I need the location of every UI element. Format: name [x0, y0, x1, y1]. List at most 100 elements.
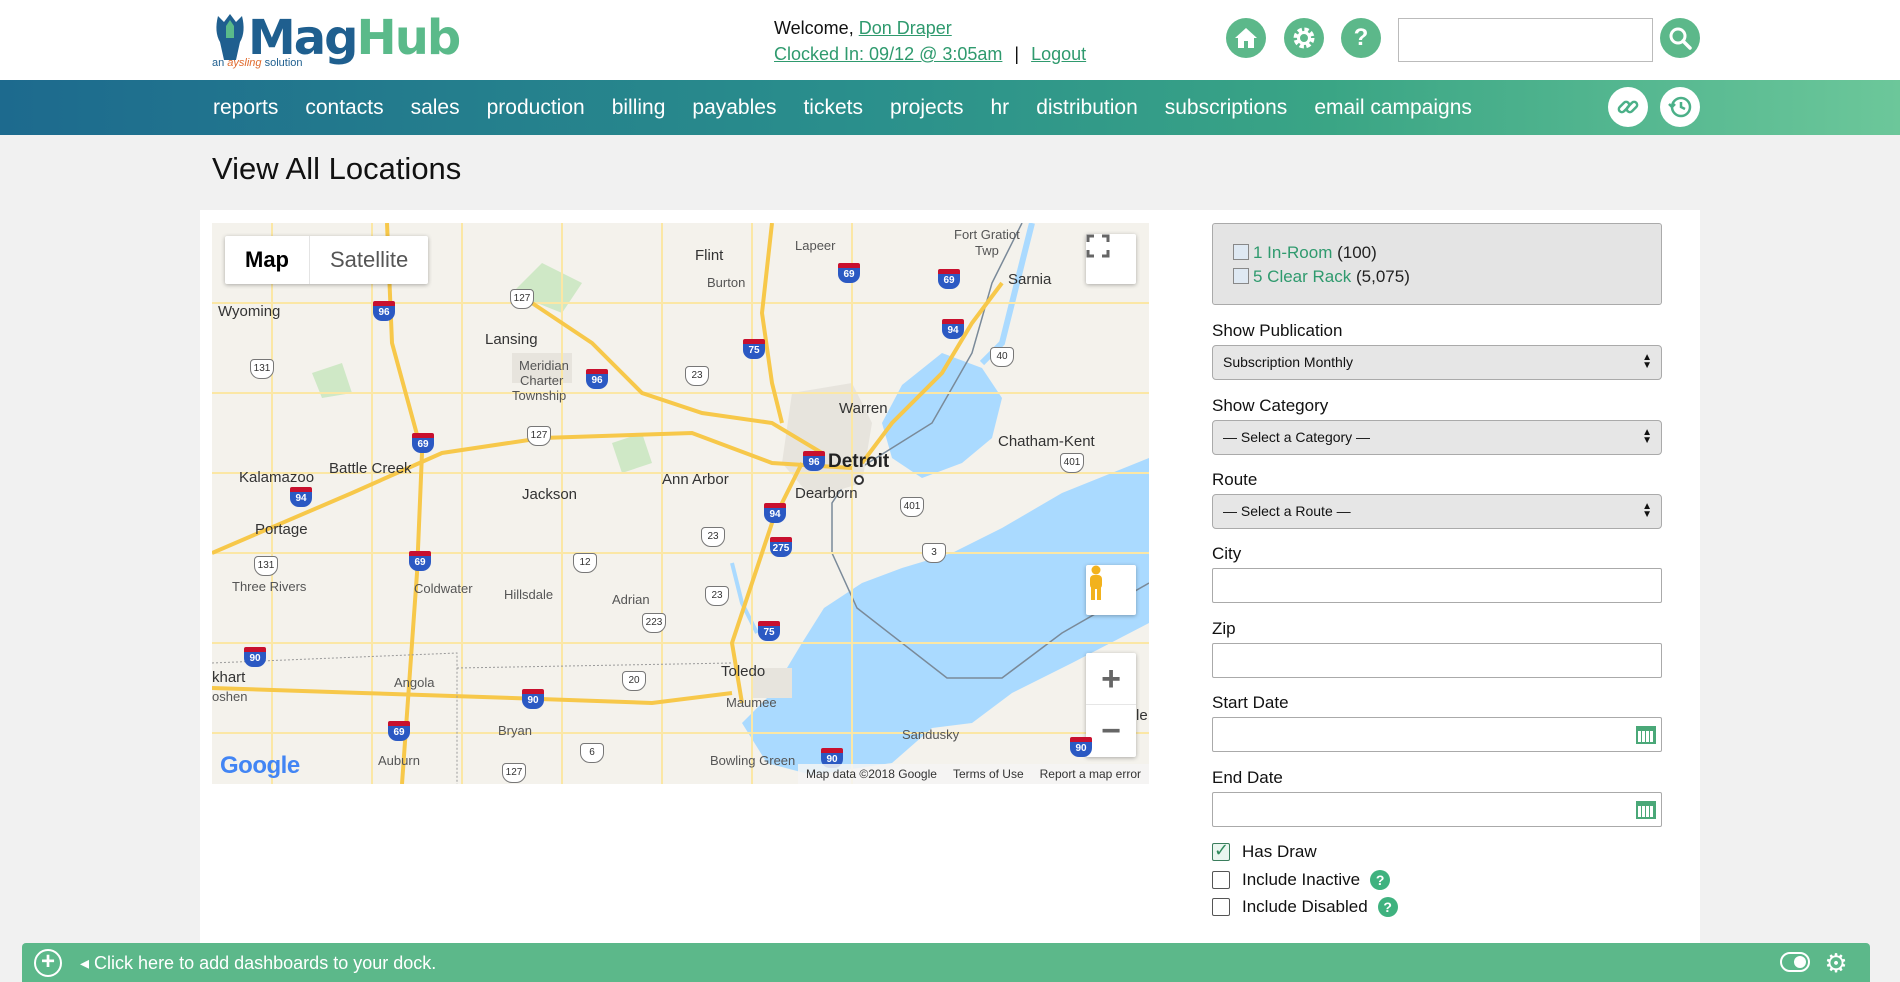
map-attribution: Map data ©2018 Google Terms of Use Repor… [798, 764, 1149, 784]
legend-item[interactable]: 5 Clear Rack (5,075) [1233, 265, 1641, 289]
map-base-graphic [212, 223, 1149, 784]
fullscreen-button[interactable] [1086, 234, 1136, 284]
city-label: City [1212, 544, 1242, 563]
interstate-shield: 94 [942, 319, 964, 339]
user-name-link[interactable]: Don Draper [859, 18, 952, 38]
route-shield: 127 [510, 289, 534, 309]
has-draw-label: Has Draw [1242, 842, 1317, 861]
help-button[interactable]: ? [1341, 18, 1381, 58]
broken-image-icon [1233, 268, 1249, 284]
add-dashboard-icon[interactable]: + [34, 949, 62, 977]
interstate-shield: 94 [764, 503, 786, 523]
zoom-in-button[interactable]: + [1086, 653, 1136, 705]
nav-subscriptions[interactable]: subscriptions [1165, 96, 1288, 120]
terms-of-use-link[interactable]: Terms of Use [953, 767, 1024, 781]
map-label: Auburn [378, 753, 420, 768]
map-label: Bryan [498, 723, 532, 738]
location-type-legend: 1 In-Room (100) 5 Clear Rack (5,075) [1212, 223, 1662, 305]
map-tab-map[interactable]: Map [225, 236, 310, 284]
logout-link[interactable]: Logout [1031, 44, 1086, 64]
select-arrows-icon: ▲ ▼ [1642, 501, 1652, 520]
map-label: Bowling Green [710, 753, 796, 768]
map-label: Sarnia [1008, 271, 1052, 288]
welcome-block: Welcome, Don Draper Clocked In: 09/12 @ … [774, 15, 1086, 67]
route-shield: 23 [705, 586, 729, 606]
route-select[interactable]: — Select a Route — ▲ ▼ [1212, 494, 1662, 529]
header-separator: | [1014, 44, 1020, 64]
interstate-shield: 75 [758, 621, 780, 641]
route-shield: 401 [900, 497, 924, 517]
has-draw-checkbox[interactable] [1212, 840, 1230, 861]
map-label: Burton [707, 275, 746, 290]
quick-links-button[interactable] [1608, 87, 1648, 127]
publication-select[interactable]: Subscription Monthly ▲ ▼ [1212, 345, 1662, 380]
has-draw-row[interactable]: Has Draw [1212, 840, 1317, 863]
maghub-logo[interactable]: MagHub an aysling solution [210, 10, 461, 74]
dock-text[interactable]: ◂ Click here to add dashboards to your d… [80, 953, 436, 974]
app-header: MagHub an aysling solution Welcome, Don … [0, 0, 1900, 80]
calendar-icon[interactable] [1636, 801, 1656, 819]
home-button[interactable] [1226, 18, 1266, 58]
include-disabled-label: Include Disabled [1242, 897, 1368, 916]
street-view-pegman[interactable] [1086, 565, 1136, 615]
nav-payables[interactable]: payables [692, 96, 776, 120]
clocked-in-link[interactable]: Clocked In: 09/12 @ 3:05am [774, 44, 1002, 64]
link-icon [1617, 100, 1639, 114]
nav-projects[interactable]: projects [890, 96, 964, 120]
map-label: le [1136, 707, 1148, 724]
include-inactive-checkbox[interactable] [1212, 871, 1230, 889]
route-shield: 40 [990, 347, 1014, 367]
nav-sales[interactable]: sales [411, 96, 460, 120]
route-shield: 23 [685, 366, 709, 386]
locations-map[interactable]: Map Satellite + − Flint Lapeer Fort Grat… [212, 223, 1149, 784]
nav-contacts[interactable]: contacts [305, 96, 383, 120]
report-map-error-link[interactable]: Report a map error [1040, 767, 1141, 781]
nav-billing[interactable]: billing [612, 96, 666, 120]
help-icon[interactable]: ? [1377, 897, 1398, 917]
map-label: Charter [520, 373, 564, 388]
route-shield: 131 [250, 359, 274, 379]
route-shield: 12 [573, 553, 597, 573]
nav-reports[interactable]: reports [213, 96, 278, 120]
map-label: Three Rivers [232, 579, 307, 594]
map-label: Adrian [612, 592, 650, 607]
map-label: Detroit [828, 451, 890, 472]
interstate-shield: 69 [938, 269, 960, 289]
include-inactive-row[interactable]: Include Inactive? [1212, 869, 1391, 891]
header-search-input[interactable] [1398, 18, 1653, 62]
city-input[interactable] [1212, 568, 1662, 603]
interstate-shield: 75 [743, 339, 765, 359]
map-label: Wyoming [218, 303, 281, 320]
include-disabled-row[interactable]: Include Disabled? [1212, 896, 1398, 918]
dock-toggle-icon[interactable] [1780, 952, 1810, 972]
include-disabled-checkbox[interactable] [1212, 898, 1230, 916]
dashboard-dock[interactable]: + ◂ Click here to add dashboards to your… [22, 943, 1870, 982]
category-select[interactable]: — Select a Category — ▲ ▼ [1212, 420, 1662, 455]
map-label: oshen [212, 689, 248, 704]
help-icon[interactable]: ? [1370, 870, 1391, 890]
end-date-input[interactable] [1212, 792, 1662, 827]
calendar-icon[interactable] [1636, 726, 1656, 744]
start-date-input[interactable] [1212, 717, 1662, 752]
search-button[interactable] [1660, 18, 1700, 58]
legend-item-label[interactable]: 1 In-Room [1253, 243, 1332, 262]
legend-item[interactable]: 1 In-Room (100) [1233, 241, 1641, 265]
map-label: Dearborn [795, 485, 858, 502]
route-select-value: — Select a Route — [1223, 503, 1351, 519]
nav-hr[interactable]: hr [991, 96, 1010, 120]
nav-distribution[interactable]: distribution [1036, 96, 1138, 120]
settings-button[interactable] [1284, 18, 1324, 58]
zoom-out-button[interactable]: − [1086, 705, 1136, 757]
interstate-shield: 96 [803, 451, 825, 471]
legend-item-label[interactable]: 5 Clear Rack [1253, 267, 1351, 286]
category-select-value: — Select a Category — [1223, 429, 1371, 445]
nav-production[interactable]: production [487, 96, 585, 120]
interstate-shield: 90 [244, 647, 266, 667]
map-label: Toledo [721, 663, 766, 680]
nav-tickets[interactable]: tickets [803, 96, 863, 120]
nav-email-campaigns[interactable]: email campaigns [1314, 96, 1472, 120]
zip-input[interactable] [1212, 643, 1662, 678]
map-tab-satellite[interactable]: Satellite [310, 236, 428, 284]
history-button[interactable] [1660, 87, 1700, 127]
dock-gear-icon[interactable]: ⚙ [1822, 949, 1850, 977]
